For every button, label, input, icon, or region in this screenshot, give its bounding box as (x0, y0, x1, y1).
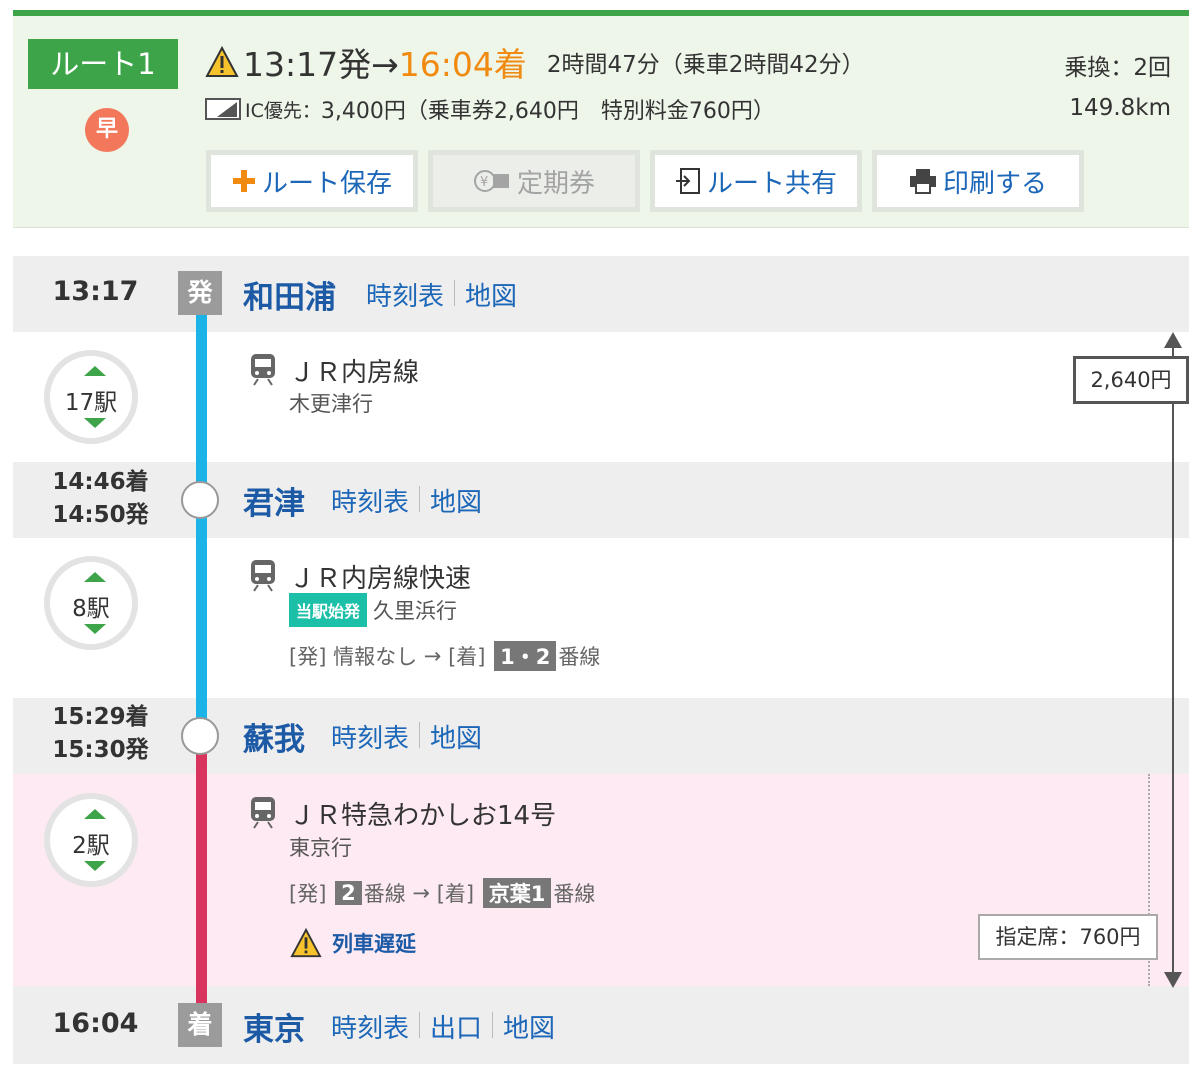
train-icon (251, 354, 275, 386)
destination: 木更津行 (289, 392, 373, 416)
platform-info: [発] 2 番線 → [着] 京葉1 番線 (289, 878, 595, 908)
transfer-count: 乗換：2回 (1064, 55, 1171, 81)
train-line[interactable]: ＪＲ特急わかしお14号 (289, 795, 556, 832)
route-line-express (196, 754, 207, 1012)
station-name[interactable]: 蘇我 (243, 714, 305, 759)
stop-count[interactable]: 17駅 (44, 350, 138, 444)
commuter-pass-button[interactable]: ¥ 定期券 (428, 150, 640, 212)
station-name[interactable]: 君津 (243, 478, 305, 523)
duration: 2時間47分（乗車2時間42分） (546, 52, 865, 78)
expand-up-icon (84, 572, 106, 582)
warning-icon (290, 928, 322, 958)
reserved-seat-fare: 指定席：760円 (978, 914, 1158, 960)
print-label: 印刷する (942, 168, 1047, 199)
action-buttons: ルート保存 ¥ 定期券 ルート共有 印刷する (206, 150, 1084, 212)
timetable-link[interactable]: 時刻表 (331, 482, 409, 519)
delay-label: 列車遅延 (332, 932, 416, 956)
plus-icon (232, 170, 255, 192)
share-icon (675, 168, 700, 194)
expand-up-icon (84, 366, 106, 376)
timetable-link[interactable]: 時刻表 (331, 718, 409, 755)
station-time: 14:46着 14:50発 (52, 469, 149, 528)
distance: 149.8km (1069, 95, 1171, 121)
map-link[interactable]: 地図 (465, 276, 517, 313)
station-time: 16:04 (52, 1008, 139, 1039)
printer-icon (909, 169, 936, 194)
fare-line: IC優先： 3,400円（乗車券2,640円 特別料金760円） (205, 92, 775, 126)
ic-card-icon (205, 98, 241, 120)
map-link[interactable]: 地図 (430, 718, 482, 755)
arrow-down-icon (1164, 972, 1182, 988)
ticket-fare: 2,640円 (1073, 356, 1189, 404)
segment-row (13, 332, 1189, 462)
stop-count[interactable]: 2駅 (44, 793, 138, 887)
route-label: ルート1 (28, 39, 178, 89)
expand-down-icon (84, 624, 106, 634)
station-links: 時刻表 地図 (331, 718, 482, 755)
station-time: 15:29着 15:30発 (52, 704, 149, 763)
arrival-time: 16:04着 (398, 45, 527, 84)
platform-number: 2 (335, 881, 362, 905)
train-icon (251, 560, 275, 592)
departure-mark: 発 (178, 271, 222, 315)
platform-number: 1・2 (494, 641, 557, 671)
print-button[interactable]: 印刷する (872, 150, 1084, 212)
station-name[interactable]: 東京 (243, 1004, 305, 1049)
route-summary: ルート1 早 13:17発→ 16:04着 2時間47分（乗車2時間42分） 乗… (13, 10, 1189, 228)
fare-range-line (1172, 342, 1174, 982)
train-line[interactable]: ＪＲ内房線 (289, 352, 419, 389)
train-line[interactable]: ＪＲ内房線快速 (289, 558, 471, 595)
departure-time: 13:17発→ (243, 45, 399, 84)
arrow-up-icon (1164, 332, 1182, 348)
station-links: 時刻表 地図 (331, 482, 482, 519)
commuter-pass-label: 定期券 (516, 168, 595, 199)
fare-text: 3,400円（乗車券2,640円 特別料金760円） (320, 99, 775, 124)
expand-up-icon (84, 809, 106, 819)
share-route-button[interactable]: ルート共有 (650, 150, 862, 212)
platform-info: [発] 情報なし → [着] 1・2 番線 (289, 641, 600, 671)
destination: 東京行 (289, 836, 352, 860)
station-name[interactable]: 和田浦 (243, 272, 336, 317)
fastest-badge: 早 (85, 108, 129, 152)
destination: 当駅始発 久里浜行 (289, 593, 457, 627)
route-time-line: 13:17発→ 16:04着 2時間47分（乗車2時間42分） (205, 38, 865, 86)
station-time: 13:17 (52, 276, 139, 307)
station-links: 時刻表 地図 (366, 276, 517, 313)
share-route-label: ルート共有 (706, 168, 837, 199)
train-icon (251, 797, 275, 829)
map-link[interactable]: 地図 (430, 482, 482, 519)
timetable-link[interactable]: 時刻表 (331, 1008, 409, 1045)
stop-count[interactable]: 8駅 (44, 556, 138, 650)
arrival-mark: 着 (178, 1003, 222, 1047)
delay-notice[interactable]: 列車遅延 (290, 928, 416, 958)
station-node (181, 717, 219, 755)
origin-station-tag: 当駅始発 (289, 593, 368, 627)
expand-down-icon (84, 861, 106, 871)
platform-number: 京葉1 (482, 878, 552, 908)
warning-icon (205, 46, 239, 77)
station-links: 時刻表 出口 地図 (331, 1008, 555, 1045)
segment-row (13, 538, 1189, 698)
map-link[interactable]: 地図 (503, 1008, 555, 1045)
fare-label: IC優先： (245, 99, 321, 122)
save-route-button[interactable]: ルート保存 (206, 150, 418, 212)
svg-text:¥: ¥ (480, 175, 488, 190)
yen-ticket-icon: ¥ (473, 170, 509, 192)
save-route-label: ルート保存 (261, 168, 392, 199)
station-node (181, 481, 219, 519)
exit-link[interactable]: 出口 (430, 1008, 482, 1045)
timetable-link[interactable]: 時刻表 (366, 276, 444, 313)
route-detail: 13:17 発 和田浦 時刻表 地図 17駅 ＪＲ内房線 木更津行 14:46着… (13, 256, 1189, 1064)
expand-down-icon (84, 418, 106, 428)
